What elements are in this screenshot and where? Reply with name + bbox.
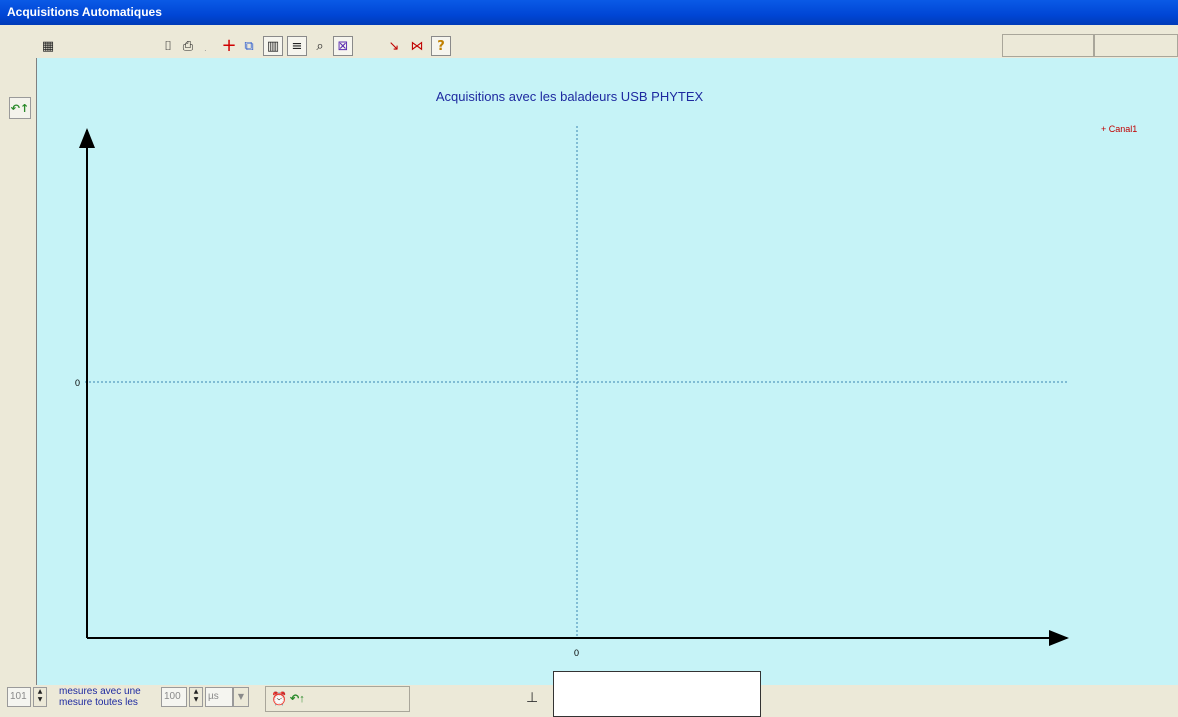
count-spinner[interactable]: ▲ ▼: [33, 687, 47, 707]
table-icon[interactable]: ▦: [38, 36, 58, 56]
toolbar-panel: [1002, 34, 1094, 57]
camera-icon[interactable]: ⌷: [158, 36, 178, 56]
interval-icon[interactable]: ⋈: [407, 36, 427, 56]
measures-label-line2: mesure toutes les: [59, 697, 138, 708]
y-tick-label: 0: [75, 378, 80, 388]
acquisition-icon[interactable]: ↶↑: [9, 97, 31, 119]
plot-area[interactable]: Acquisitions avec les baladeurs USB PHYT…: [36, 58, 1178, 685]
x-tick-label: 0: [574, 648, 579, 658]
status-panel: ⏰ ↶↑: [265, 686, 410, 712]
horizontal-lines-icon[interactable]: ≡: [287, 36, 307, 56]
blank-panel: [553, 671, 761, 717]
acquire-icon[interactable]: ↶↑: [290, 692, 305, 705]
help-icon[interactable]: ?: [431, 36, 451, 56]
zoom-icon[interactable]: ⌕: [310, 36, 330, 56]
count-input[interactable]: 101: [7, 687, 31, 707]
crosshair-icon[interactable]: +: [219, 36, 239, 56]
measures-label: mesures avec une mesure toutes les: [59, 686, 159, 708]
toolbar-panel: [1094, 34, 1178, 57]
cursor-tool-icon[interactable]: ⊥: [526, 689, 538, 706]
side-panel: ↶↑: [0, 58, 36, 685]
chevron-down-icon[interactable]: ▼: [233, 687, 249, 707]
tangent-icon[interactable]: ↘: [384, 36, 404, 56]
chart-svg: 0 0: [75, 126, 1069, 658]
toolbar-separator: ·: [204, 46, 207, 55]
interval-input[interactable]: 100: [161, 687, 187, 707]
alarm-clock-icon[interactable]: ⏰: [271, 691, 287, 707]
scale-icon[interactable]: ⊠: [333, 36, 353, 56]
interval-spinner[interactable]: ▲ ▼: [189, 687, 203, 707]
vertical-lines-icon[interactable]: ▥: [263, 36, 283, 56]
window-title: Acquisitions Automatiques: [0, 0, 1178, 25]
toolbar: ▦ ⌷ ⎙ · + ⧉ ▥ ≡ ⌕ ⊠ ↘ ⋈ ?: [0, 34, 1178, 58]
unit-select[interactable]: µs: [205, 687, 233, 707]
measures-label-line1: mesures avec une: [59, 686, 141, 697]
print-icon[interactable]: ⎙: [178, 36, 198, 56]
copy-icon[interactable]: ⧉: [239, 36, 259, 56]
